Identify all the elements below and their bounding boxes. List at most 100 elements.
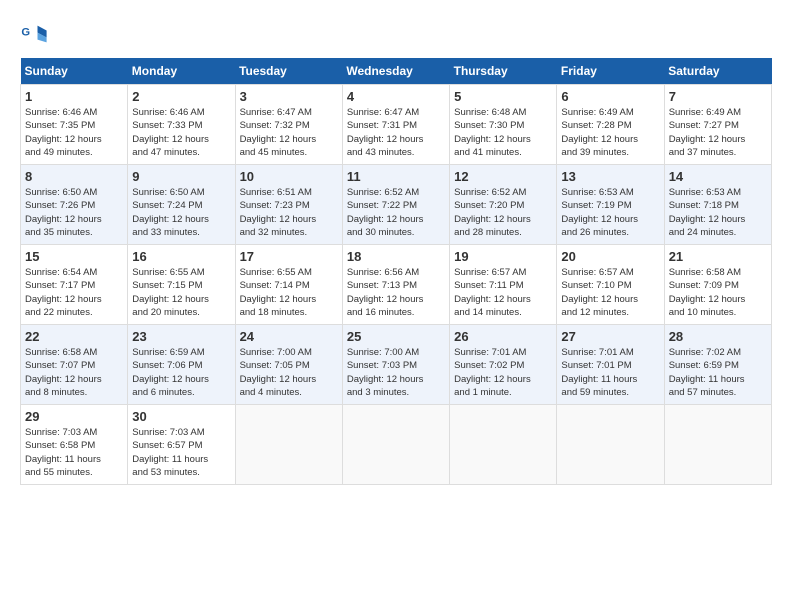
weekday-header-saturday: Saturday (664, 58, 771, 85)
day-cell-22: 22 Sunrise: 6:58 AM Sunset: 7:07 PM Dayli… (21, 325, 128, 405)
day-info: Sunrise: 6:47 AM Sunset: 7:31 PM Dayligh… (347, 106, 445, 159)
empty-cell (342, 405, 449, 485)
day-info: Sunrise: 6:58 AM Sunset: 7:07 PM Dayligh… (25, 346, 123, 399)
day-number: 3 (240, 89, 338, 104)
day-info: Sunrise: 6:51 AM Sunset: 7:23 PM Dayligh… (240, 186, 338, 239)
day-cell-27: 27 Sunrise: 7:01 AM Sunset: 7:01 PM Dayli… (557, 325, 664, 405)
day-cell-10: 10Sunrise: 6:51 AM Sunset: 7:23 PM Dayli… (235, 165, 342, 245)
empty-cell (235, 405, 342, 485)
week-row-5: 29 Sunrise: 7:03 AM Sunset: 6:58 PM Dayli… (21, 405, 772, 485)
day-info: Sunrise: 6:46 AM Sunset: 7:33 PM Dayligh… (132, 106, 230, 159)
day-cell-19: 19 Sunrise: 6:57 AM Sunset: 7:11 PM Dayli… (450, 245, 557, 325)
day-info: Sunrise: 6:50 AM Sunset: 7:26 PM Dayligh… (25, 186, 123, 239)
weekday-header-tuesday: Tuesday (235, 58, 342, 85)
day-info: Sunrise: 6:49 AM Sunset: 7:27 PM Dayligh… (669, 106, 767, 159)
weekday-header-thursday: Thursday (450, 58, 557, 85)
day-cell-18: 18 Sunrise: 6:56 AM Sunset: 7:13 PM Dayli… (342, 245, 449, 325)
day-number: 20 (561, 249, 659, 264)
day-info: Sunrise: 6:55 AM Sunset: 7:14 PM Dayligh… (240, 266, 338, 319)
day-cell-7: 7Sunrise: 6:49 AM Sunset: 7:27 PM Daylig… (664, 85, 771, 165)
day-number: 23 (132, 329, 230, 344)
day-info: Sunrise: 7:03 AM Sunset: 6:58 PM Dayligh… (25, 426, 123, 479)
day-cell-12: 12Sunrise: 6:52 AM Sunset: 7:20 PM Dayli… (450, 165, 557, 245)
day-info: Sunrise: 6:46 AM Sunset: 7:35 PM Dayligh… (25, 106, 123, 159)
day-number: 4 (347, 89, 445, 104)
day-cell-17: 17 Sunrise: 6:55 AM Sunset: 7:14 PM Dayli… (235, 245, 342, 325)
day-info: Sunrise: 7:01 AM Sunset: 7:01 PM Dayligh… (561, 346, 659, 399)
day-info: Sunrise: 6:57 AM Sunset: 7:11 PM Dayligh… (454, 266, 552, 319)
day-info: Sunrise: 6:52 AM Sunset: 7:20 PM Dayligh… (454, 186, 552, 239)
day-number: 28 (669, 329, 767, 344)
day-cell-9: 9Sunrise: 6:50 AM Sunset: 7:24 PM Daylig… (128, 165, 235, 245)
day-number: 24 (240, 329, 338, 344)
day-cell-25: 25 Sunrise: 7:00 AM Sunset: 7:03 PM Dayli… (342, 325, 449, 405)
weekday-header-row: SundayMondayTuesdayWednesdayThursdayFrid… (21, 58, 772, 85)
day-info: Sunrise: 7:01 AM Sunset: 7:02 PM Dayligh… (454, 346, 552, 399)
empty-cell (557, 405, 664, 485)
day-info: Sunrise: 6:56 AM Sunset: 7:13 PM Dayligh… (347, 266, 445, 319)
day-cell-23: 23 Sunrise: 6:59 AM Sunset: 7:06 PM Dayli… (128, 325, 235, 405)
day-number: 19 (454, 249, 552, 264)
day-number: 25 (347, 329, 445, 344)
day-number: 8 (25, 169, 123, 184)
day-info: Sunrise: 7:03 AM Sunset: 6:57 PM Dayligh… (132, 426, 230, 479)
day-cell-15: 15Sunrise: 6:54 AM Sunset: 7:17 PM Dayli… (21, 245, 128, 325)
day-number: 13 (561, 169, 659, 184)
day-cell-13: 13 Sunrise: 6:53 AM Sunset: 7:19 PM Dayli… (557, 165, 664, 245)
day-number: 26 (454, 329, 552, 344)
day-info: Sunrise: 7:02 AM Sunset: 6:59 PM Dayligh… (669, 346, 767, 399)
logo-icon: G (20, 20, 48, 48)
weekday-header-sunday: Sunday (21, 58, 128, 85)
day-cell-8: 8 Sunrise: 6:50 AM Sunset: 7:26 PM Daylig… (21, 165, 128, 245)
day-number: 21 (669, 249, 767, 264)
day-info: Sunrise: 6:53 AM Sunset: 7:19 PM Dayligh… (561, 186, 659, 239)
day-cell-4: 4 Sunrise: 6:47 AM Sunset: 7:31 PM Daylig… (342, 85, 449, 165)
weekday-header-friday: Friday (557, 58, 664, 85)
day-info: Sunrise: 6:48 AM Sunset: 7:30 PM Dayligh… (454, 106, 552, 159)
day-number: 9 (132, 169, 230, 184)
day-info: Sunrise: 7:00 AM Sunset: 7:05 PM Dayligh… (240, 346, 338, 399)
day-number: 11 (347, 169, 445, 184)
day-info: Sunrise: 6:58 AM Sunset: 7:09 PM Dayligh… (669, 266, 767, 319)
day-number: 22 (25, 329, 123, 344)
day-info: Sunrise: 6:54 AM Sunset: 7:17 PM Dayligh… (25, 266, 123, 319)
calendar-table: SundayMondayTuesdayWednesdayThursdayFrid… (20, 58, 772, 485)
day-info: Sunrise: 6:59 AM Sunset: 7:06 PM Dayligh… (132, 346, 230, 399)
day-info: Sunrise: 6:52 AM Sunset: 7:22 PM Dayligh… (347, 186, 445, 239)
day-cell-24: 24 Sunrise: 7:00 AM Sunset: 7:05 PM Dayli… (235, 325, 342, 405)
day-number: 16 (132, 249, 230, 264)
day-number: 5 (454, 89, 552, 104)
day-cell-16: 16 Sunrise: 6:55 AM Sunset: 7:15 PM Dayli… (128, 245, 235, 325)
empty-cell (450, 405, 557, 485)
day-cell-14: 14 Sunrise: 6:53 AM Sunset: 7:18 PM Dayli… (664, 165, 771, 245)
day-cell-3: 3 Sunrise: 6:47 AM Sunset: 7:32 PM Daylig… (235, 85, 342, 165)
day-number: 27 (561, 329, 659, 344)
day-cell-29: 29 Sunrise: 7:03 AM Sunset: 6:58 PM Dayli… (21, 405, 128, 485)
day-info: Sunrise: 6:55 AM Sunset: 7:15 PM Dayligh… (132, 266, 230, 319)
day-cell-21: 21 Sunrise: 6:58 AM Sunset: 7:09 PM Dayli… (664, 245, 771, 325)
week-row-3: 15Sunrise: 6:54 AM Sunset: 7:17 PM Dayli… (21, 245, 772, 325)
day-number: 30 (132, 409, 230, 424)
day-number: 18 (347, 249, 445, 264)
day-cell-11: 11 Sunrise: 6:52 AM Sunset: 7:22 PM Dayli… (342, 165, 449, 245)
day-number: 6 (561, 89, 659, 104)
day-number: 17 (240, 249, 338, 264)
day-cell-2: 2Sunrise: 6:46 AM Sunset: 7:33 PM Daylig… (128, 85, 235, 165)
day-info: Sunrise: 6:53 AM Sunset: 7:18 PM Dayligh… (669, 186, 767, 239)
day-cell-30: 30 Sunrise: 7:03 AM Sunset: 6:57 PM Dayli… (128, 405, 235, 485)
day-cell-26: 26 Sunrise: 7:01 AM Sunset: 7:02 PM Dayli… (450, 325, 557, 405)
week-row-1: 1Sunrise: 6:46 AM Sunset: 7:35 PM Daylig… (21, 85, 772, 165)
day-cell-5: 5 Sunrise: 6:48 AM Sunset: 7:30 PM Daylig… (450, 85, 557, 165)
weekday-header-wednesday: Wednesday (342, 58, 449, 85)
day-number: 14 (669, 169, 767, 184)
day-info: Sunrise: 6:49 AM Sunset: 7:28 PM Dayligh… (561, 106, 659, 159)
day-number: 29 (25, 409, 123, 424)
week-row-4: 22 Sunrise: 6:58 AM Sunset: 7:07 PM Dayli… (21, 325, 772, 405)
page-header: G (20, 20, 772, 48)
week-row-2: 8 Sunrise: 6:50 AM Sunset: 7:26 PM Daylig… (21, 165, 772, 245)
day-info: Sunrise: 6:57 AM Sunset: 7:10 PM Dayligh… (561, 266, 659, 319)
day-cell-6: 6 Sunrise: 6:49 AM Sunset: 7:28 PM Daylig… (557, 85, 664, 165)
logo: G (20, 20, 52, 48)
day-info: Sunrise: 6:47 AM Sunset: 7:32 PM Dayligh… (240, 106, 338, 159)
day-info: Sunrise: 7:00 AM Sunset: 7:03 PM Dayligh… (347, 346, 445, 399)
